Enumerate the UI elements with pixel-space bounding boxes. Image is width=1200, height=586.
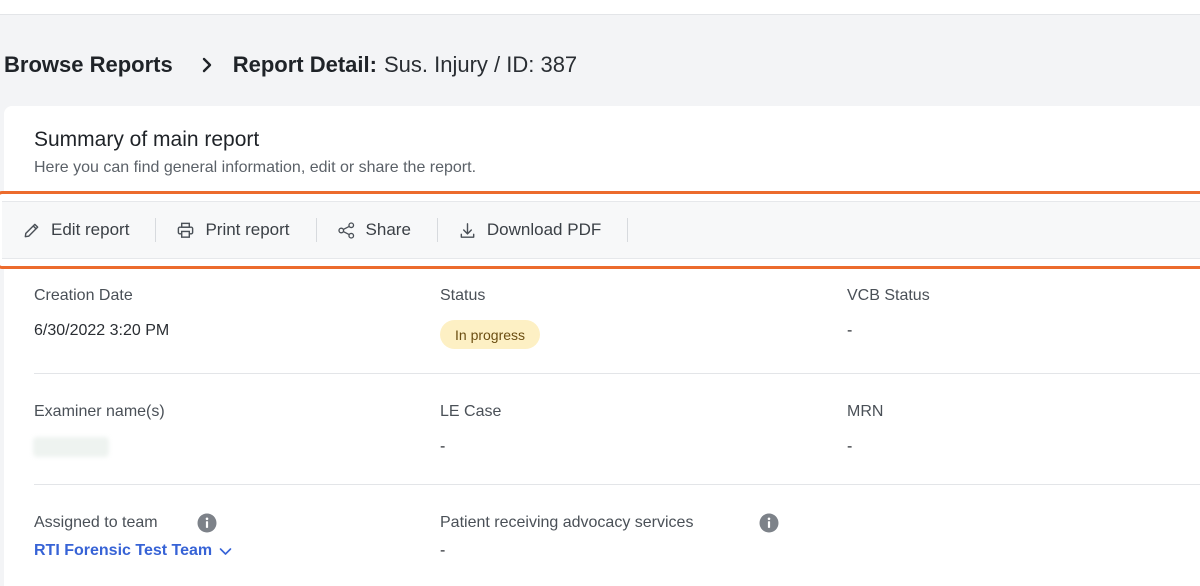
- examiner-label: Examiner name(s): [34, 403, 165, 420]
- chevron-down-icon: [219, 547, 232, 555]
- breadcrumb-current-label: Report Detail:: [232, 52, 377, 77]
- pencil-icon: [24, 223, 39, 237]
- report-action-toolbar: Edit report Print report Share Download …: [0, 191, 1200, 269]
- toolbar-divider: [436, 218, 438, 242]
- toolbar-divider: [315, 218, 317, 242]
- share-label: Share: [365, 220, 411, 239]
- summary-title: Summary of main report: [34, 128, 260, 151]
- status-badge: In progress: [440, 320, 541, 349]
- breadcrumb-current-value: Sus. Injury / ID: 387: [383, 52, 578, 77]
- print-report-label: Print report: [205, 220, 290, 239]
- breadcrumb: Browse Reports Report Detail: Sus. Injur…: [4, 50, 577, 80]
- creation-date-value: 6/30/2022 3:20 PM: [34, 322, 170, 339]
- toolbar-divider: [627, 218, 629, 242]
- print-report-button[interactable]: Print report: [176, 218, 290, 242]
- row-divider: [34, 373, 1200, 374]
- mrn-label: MRN: [847, 403, 884, 420]
- row-divider: [34, 484, 1200, 485]
- info-icon[interactable]: [197, 513, 217, 533]
- download-pdf-label: Download PDF: [486, 220, 602, 239]
- top-bar: [0, 0, 1200, 15]
- info-icon[interactable]: [759, 513, 779, 533]
- toolbar-inner: Edit report Print report Share Download …: [2, 201, 1200, 259]
- summary-subtitle: Here you can find general information, e…: [34, 159, 477, 176]
- advocacy-label: Patient receiving advocacy services: [440, 514, 694, 531]
- download-icon: [460, 222, 475, 238]
- mrn-value: -: [847, 438, 853, 455]
- vcb-status-value: -: [847, 322, 853, 339]
- le-case-value: -: [440, 438, 446, 455]
- share-icon: [337, 221, 354, 239]
- download-pdf-button[interactable]: Download PDF: [458, 218, 601, 242]
- chevron-right-icon: [201, 57, 213, 73]
- edit-report-label: Edit report: [51, 220, 130, 239]
- assigned-team-dropdown[interactable]: RTI Forensic Test Team: [34, 542, 232, 560]
- printer-icon: [178, 222, 194, 238]
- examiner-value-redacted: [33, 437, 109, 457]
- breadcrumb-browse-reports[interactable]: Browse Reports: [4, 52, 173, 78]
- vcb-status-label: VCB Status: [847, 287, 930, 304]
- status-label: Status: [440, 287, 486, 304]
- assigned-team-label: Assigned to team: [34, 514, 158, 531]
- le-case-label: LE Case: [440, 403, 502, 420]
- creation-date-label: Creation Date: [34, 287, 133, 304]
- toolbar-divider: [155, 218, 157, 242]
- edit-report-button[interactable]: Edit report: [22, 218, 129, 242]
- advocacy-value: -: [440, 542, 446, 559]
- assigned-team-value: RTI Forensic Test Team: [34, 542, 213, 559]
- share-button[interactable]: Share: [337, 218, 411, 242]
